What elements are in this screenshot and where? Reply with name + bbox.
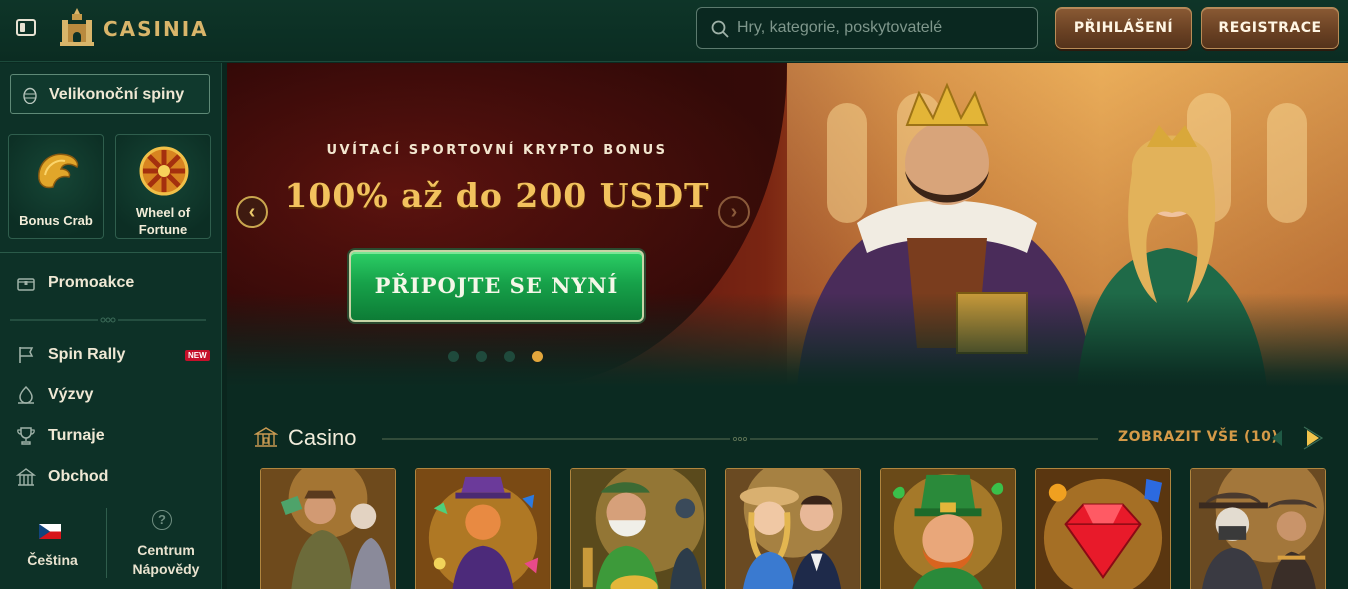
game-thumbnail — [1191, 469, 1325, 589]
hero-subtitle: UVÍTACÍ SPORTOVNÍ KRYPTO BONUS — [326, 143, 668, 158]
sidebar-item-label: Obchod — [48, 468, 109, 485]
sidebar-item-tournaments[interactable]: Turnaje — [0, 419, 222, 453]
sidebar-item-shop[interactable]: Obchod — [0, 460, 222, 494]
divider — [0, 252, 222, 253]
sidebar-item-label: Promoakce — [48, 274, 135, 291]
chest-icon — [17, 278, 35, 291]
carousel-prev-icon[interactable] — [1264, 424, 1292, 452]
ornament-divider — [382, 437, 1098, 441]
game-thumbnail — [261, 469, 395, 589]
game-card[interactable] — [570, 468, 706, 589]
carousel-dot[interactable] — [448, 351, 459, 362]
game-thumbnail — [416, 469, 550, 589]
sidebar-item-spin-rally[interactable]: Spin Rally NEW — [0, 338, 222, 372]
castle-logo-icon[interactable] — [58, 6, 96, 48]
divider — [106, 508, 107, 578]
sidebar: Velikonoční spiny Bonus Crab Wheel of Fo… — [0, 63, 222, 589]
game-card[interactable] — [880, 468, 1016, 589]
sidebar-item-label: Spin Rally — [48, 346, 126, 363]
challenge-icon — [18, 385, 34, 404]
sidebar-item-label: Velikonoční spiny — [49, 86, 185, 103]
carousel-dot-active[interactable] — [532, 351, 543, 362]
top-header: CASINIA PŘIHLÁŠENÍ REGISTRACE — [0, 0, 1348, 62]
sidebar-item-label: Turnaje — [48, 427, 105, 444]
search-icon — [711, 20, 729, 38]
carousel-dot[interactable] — [504, 351, 515, 362]
sidebar-item-label: Výzvy — [48, 386, 94, 403]
carousel-dot[interactable] — [476, 351, 487, 362]
search-box[interactable] — [696, 7, 1038, 49]
question-icon: ? — [152, 510, 172, 530]
language-label: Čeština — [27, 552, 78, 568]
game-card[interactable] — [725, 468, 861, 589]
new-badge: NEW — [185, 350, 210, 361]
claw-icon — [38, 153, 79, 189]
sidebar-toggle-icon[interactable] — [16, 19, 36, 36]
trophy-icon — [17, 427, 35, 445]
game-thumbnail — [881, 469, 1015, 589]
casino-building-icon — [254, 427, 278, 447]
register-button[interactable]: REGISTRACE — [1201, 7, 1339, 49]
czech-flag-icon — [39, 524, 61, 539]
chevron-right-icon[interactable]: › — [718, 196, 750, 228]
wheel-icon — [139, 146, 189, 196]
language-selector[interactable]: Čeština — [0, 503, 105, 589]
carousel-dots — [448, 351, 548, 363]
hero-title: 100% až do 200 USDT — [284, 176, 710, 215]
carousel-next-icon[interactable] — [1298, 424, 1326, 452]
search-input[interactable] — [737, 8, 1027, 48]
game-thumbnail — [571, 469, 705, 589]
game-card[interactable] — [1190, 468, 1326, 589]
help-center-link[interactable]: ? Centrum Nápovědy — [110, 503, 222, 589]
help-label: Centrum Nápovědy — [132, 542, 200, 577]
sidebar-item-challenges[interactable]: Výzvy — [0, 378, 222, 412]
ornament-divider — [10, 317, 206, 323]
game-thumbnail — [1036, 469, 1170, 589]
shop-icon — [16, 468, 36, 486]
brand-name[interactable]: CASINIA — [103, 17, 209, 41]
sidebar-item-easter-spins[interactable]: Velikonoční spiny — [10, 74, 210, 114]
flag-icon — [19, 347, 34, 363]
section-title: Casino — [288, 425, 357, 450]
join-now-button[interactable]: PŘIPOJTE SE NYNÍ — [349, 250, 644, 322]
hero-banner: UVÍTACÍ SPORTOVNÍ KRYPTO BONUS 100% až d… — [227, 63, 1348, 387]
tile-label: Wheel of Fortune — [135, 205, 191, 237]
game-card[interactable] — [260, 468, 396, 589]
view-all-link[interactable]: ZOBRAZIT VŠE (10) — [1118, 429, 1278, 445]
sidebar-item-promotions[interactable]: Promoakce — [0, 266, 222, 300]
egg-icon — [23, 87, 37, 104]
bonus-crab-tile[interactable]: Bonus Crab — [8, 134, 104, 239]
game-card[interactable] — [1035, 468, 1171, 589]
chevron-left-icon[interactable]: ‹ — [236, 196, 268, 228]
casino-section-header: Casino ZOBRAZIT VŠE (10) — [254, 424, 1334, 452]
game-thumbnail — [726, 469, 860, 589]
tile-label: Bonus Crab — [19, 213, 93, 228]
game-card[interactable] — [415, 468, 551, 589]
game-carousel — [260, 468, 1330, 589]
wheel-of-fortune-tile[interactable]: Wheel of Fortune — [115, 134, 211, 239]
login-button[interactable]: PŘIHLÁŠENÍ — [1055, 7, 1192, 49]
